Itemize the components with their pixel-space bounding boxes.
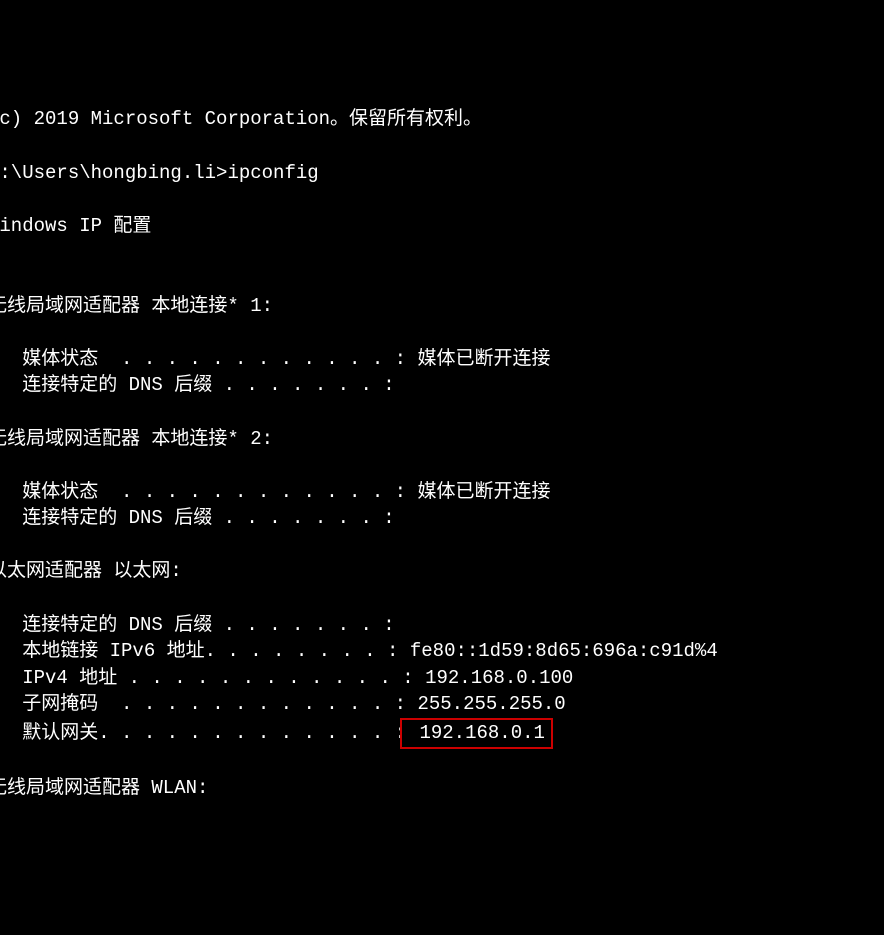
adapter-wlan2-title: 无线局域网适配器 本地连接* 2: — [0, 428, 273, 450]
adapter-ethernet-title: 以太网适配器 以太网: — [0, 560, 182, 582]
ethernet-ipv6-label: 本地链接 IPv6 地址. . . . . . . . : — [22, 640, 398, 662]
ethernet-dns-suffix-label: 连接特定的 DNS 后缀 . . . . . . . : — [22, 614, 394, 636]
ethernet-ipv4-value: 192.168.0.100 — [414, 667, 574, 689]
ipconfig-header: Windows IP 配置 — [0, 215, 151, 237]
adapter-wlan3-title: 无线局域网适配器 WLAN: — [0, 777, 208, 799]
wlan2-media-state-value: 媒体已断开连接 — [406, 481, 550, 503]
ethernet-gateway-value: 192.168.0.1 — [408, 722, 545, 744]
wlan1-dns-suffix-label: 连接特定的 DNS 后缀 . . . . . . . : — [22, 374, 394, 396]
wlan1-media-state-label: 媒体状态 . . . . . . . . . . . . : — [22, 348, 406, 370]
gateway-highlight-box: 192.168.0.1 — [400, 718, 553, 749]
command-prompt: C:\Users\hongbing.li>ipconfig — [0, 162, 319, 184]
ethernet-ipv6-value: fe80::1d59:8d65:696a:c91d%4 — [398, 640, 717, 662]
wlan2-dns-suffix-label: 连接特定的 DNS 后缀 . . . . . . . : — [22, 507, 394, 529]
ethernet-ipv4-label: IPv4 地址 . . . . . . . . . . . . : — [22, 667, 413, 689]
ethernet-gateway-label: 默认网关. . . . . . . . . . . . . : — [22, 722, 406, 744]
ethernet-subnet-label: 子网掩码 . . . . . . . . . . . . : — [22, 693, 406, 715]
adapter-wlan1-title: 无线局域网适配器 本地连接* 1: — [0, 295, 273, 317]
wlan1-media-state-value: 媒体已断开连接 — [406, 348, 550, 370]
wlan2-media-state-label: 媒体状态 . . . . . . . . . . . . : — [22, 481, 406, 503]
copyright-line: (c) 2019 Microsoft Corporation。保留所有权利。 — [0, 108, 482, 130]
ethernet-subnet-value: 255.255.255.0 — [406, 693, 566, 715]
terminal-window[interactable]: (c) 2019 Microsoft Corporation。保留所有权利。 C… — [0, 106, 884, 801]
